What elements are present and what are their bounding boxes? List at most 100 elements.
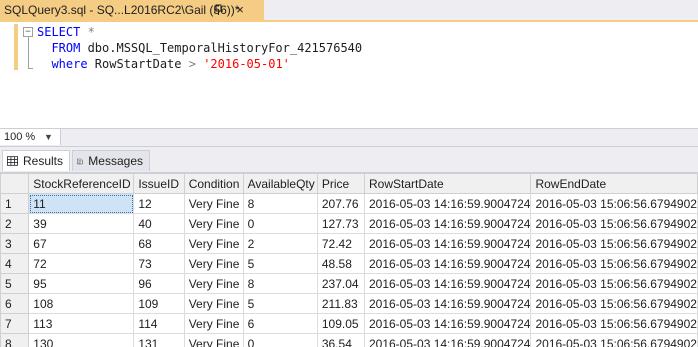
table-row[interactable]: 2 39 40 Very Fine 0 127.73 2016-05-03 14:16:59… bbox=[0, 213, 698, 234]
keyword-from: FROM bbox=[51, 41, 81, 55]
cell-condition[interactable]: Very Fine bbox=[183, 233, 244, 254]
cell-availableqty[interactable]: 0 bbox=[242, 333, 318, 347]
cell-rowstartdate[interactable]: 2016-05-03 14:16:59.9004724 bbox=[363, 193, 532, 214]
tab-results[interactable]: Results bbox=[2, 150, 70, 171]
row-number[interactable]: 3 bbox=[0, 233, 30, 254]
results-grid[interactable]: StockReferenceID IssueID Condition Availabl… bbox=[0, 173, 698, 347]
outline-line bbox=[28, 37, 29, 69]
cell-availableqty[interactable]: 5 bbox=[242, 293, 318, 314]
cell-issueid[interactable]: 131 bbox=[133, 333, 185, 347]
cell-stockreferenceid[interactable]: 113 bbox=[28, 313, 135, 334]
cell-stockreferenceid[interactable]: 11 bbox=[28, 193, 135, 214]
cell-issueid[interactable]: 40 bbox=[133, 213, 185, 234]
cell-stockreferenceid[interactable]: 130 bbox=[28, 333, 135, 347]
cell-availableqty[interactable]: 8 bbox=[242, 193, 318, 214]
row-number[interactable]: 8 bbox=[0, 333, 30, 347]
cell-condition[interactable]: Very Fine bbox=[183, 273, 244, 294]
zoom-dropdown[interactable]: 100 % ▼ bbox=[0, 129, 61, 145]
table-row[interactable]: 1 11 12 Very Fine 8 207.76 2016-05-03 14:16:59… bbox=[0, 193, 698, 214]
cell-stockreferenceid[interactable]: 67 bbox=[28, 233, 135, 254]
cell-price[interactable]: 127.73 bbox=[316, 213, 365, 234]
row-number[interactable]: 2 bbox=[0, 213, 30, 234]
table-row[interactable]: 5 95 96 Very Fine 8 237.04 2016-05-03 14:16:59… bbox=[0, 273, 698, 294]
column-header-rowstartdate[interactable]: RowStartDate bbox=[363, 173, 532, 194]
cell-rowenddate[interactable]: 2016-05-03 15:06:56.6794902 bbox=[530, 253, 698, 274]
cell-availableqty[interactable]: 0 bbox=[242, 213, 318, 234]
cell-rowstartdate[interactable]: 2016-05-03 14:16:59.9004724 bbox=[363, 293, 532, 314]
cell-availableqty[interactable]: 6 bbox=[242, 313, 318, 334]
editor-status-bar: 100 % ▼ bbox=[0, 128, 698, 147]
code-line-2: FROM dbo.MSSQL_TemporalHistoryFor_421576… bbox=[37, 41, 362, 55]
cell-availableqty[interactable]: 2 bbox=[242, 233, 318, 254]
cell-issueid[interactable]: 109 bbox=[133, 293, 185, 314]
table-row[interactable]: 3 67 68 Very Fine 2 72.42 2016-05-03 14:16:59.… bbox=[0, 233, 698, 254]
table-row[interactable]: 7 113 114 Very Fine 6 109.05 2016-05-03 14:16:… bbox=[0, 313, 698, 334]
cell-stockreferenceid[interactable]: 95 bbox=[28, 273, 135, 294]
cell-stockreferenceid[interactable]: 108 bbox=[28, 293, 135, 314]
cell-condition[interactable]: Very Fine bbox=[183, 333, 244, 347]
cell-price[interactable]: 36.54 bbox=[316, 333, 365, 347]
cell-rowstartdate[interactable]: 2016-05-03 14:16:59.9004724 bbox=[363, 273, 532, 294]
cell-condition[interactable]: Very Fine bbox=[183, 293, 244, 314]
column-header-stockreferenceid[interactable]: StockReferenceID bbox=[28, 173, 135, 194]
cell-rowstartdate[interactable]: 2016-05-03 14:16:59.9004724 bbox=[363, 313, 532, 334]
cell-rowenddate[interactable]: 2016-05-03 15:06:56.6794902 bbox=[530, 293, 698, 314]
messages-icon bbox=[77, 158, 83, 164]
header-row: StockReferenceID IssueID Condition Availabl… bbox=[0, 173, 698, 194]
cell-issueid[interactable]: 114 bbox=[133, 313, 185, 334]
cell-condition[interactable]: Very Fine bbox=[183, 313, 244, 334]
row-number[interactable]: 6 bbox=[0, 293, 30, 314]
cell-rowstartdate[interactable]: 2016-05-03 14:16:59.9004724 bbox=[363, 333, 532, 347]
sql-code[interactable]: SELECT * FROM dbo.MSSQL_TemporalHistoryF… bbox=[37, 24, 362, 72]
cell-issueid[interactable]: 12 bbox=[133, 193, 185, 214]
column-header-condition[interactable]: Condition bbox=[183, 173, 244, 194]
table-row[interactable]: 8 130 131 Very Fine 0 36.54 2016-05-03 14:16:5… bbox=[0, 333, 698, 347]
cell-rowstartdate[interactable]: 2016-05-03 14:16:59.9004724 bbox=[363, 213, 532, 234]
cell-rowenddate[interactable]: 2016-05-03 15:06:56.6794902 bbox=[530, 333, 698, 347]
cell-issueid[interactable]: 68 bbox=[133, 233, 185, 254]
outline-line-end bbox=[28, 68, 33, 69]
keyword-where: where bbox=[51, 57, 88, 71]
row-number-header[interactable] bbox=[0, 173, 30, 194]
cell-condition[interactable]: Very Fine bbox=[183, 213, 244, 234]
cell-rowenddate[interactable]: 2016-05-03 15:06:56.6794902 bbox=[530, 193, 698, 214]
cell-rowstartdate[interactable]: 2016-05-03 14:16:59.9004724 bbox=[363, 233, 532, 254]
cell-availableqty[interactable]: 8 bbox=[242, 273, 318, 294]
chevron-down-icon[interactable]: ▼ bbox=[44, 132, 53, 142]
table-row[interactable]: 4 72 73 Very Fine 5 48.58 2016-05-03 14:16:59.… bbox=[0, 253, 698, 274]
document-tab[interactable]: SQLQuery3.sql - SQ...L2016RC2\Gail (56))… bbox=[0, 0, 264, 20]
row-number[interactable]: 5 bbox=[0, 273, 30, 294]
cell-condition[interactable]: Very Fine bbox=[183, 253, 244, 274]
cell-rowenddate[interactable]: 2016-05-03 15:06:56.6794902 bbox=[530, 273, 698, 294]
results-table: StockReferenceID IssueID Condition Availabl… bbox=[0, 173, 698, 347]
cell-price[interactable]: 109.05 bbox=[316, 313, 365, 334]
pin-icon[interactable] bbox=[212, 3, 226, 17]
cell-stockreferenceid[interactable]: 39 bbox=[28, 213, 135, 234]
cell-rowenddate[interactable]: 2016-05-03 15:06:56.6794902 bbox=[530, 313, 698, 334]
cell-price[interactable]: 211.83 bbox=[316, 293, 365, 314]
column-header-rowenddate[interactable]: RowEndDate bbox=[530, 173, 698, 194]
cell-condition[interactable]: Very Fine bbox=[183, 193, 244, 214]
row-number[interactable]: 4 bbox=[0, 253, 30, 274]
row-number[interactable]: 1 bbox=[0, 193, 30, 214]
cell-stockreferenceid[interactable]: 72 bbox=[28, 253, 135, 274]
cell-availableqty[interactable]: 5 bbox=[242, 253, 318, 274]
column-header-availableqty[interactable]: AvailableQty bbox=[242, 173, 318, 194]
row-number[interactable]: 7 bbox=[0, 313, 30, 334]
cell-price[interactable]: 48.58 bbox=[316, 253, 365, 274]
cell-rowenddate[interactable]: 2016-05-03 15:06:56.6794902 bbox=[530, 213, 698, 234]
table-row[interactable]: 6 108 109 Very Fine 5 211.83 2016-05-03 14:16:… bbox=[0, 293, 698, 314]
collapse-toggle-icon[interactable]: − bbox=[23, 27, 33, 37]
cell-rowstartdate[interactable]: 2016-05-03 14:16:59.9004724 bbox=[363, 253, 532, 274]
cell-price[interactable]: 207.76 bbox=[316, 193, 365, 214]
query-editor[interactable]: − SELECT * FROM dbo.MSSQL_TemporalHistor… bbox=[0, 22, 698, 128]
column-header-price[interactable]: Price bbox=[316, 173, 365, 194]
cell-issueid[interactable]: 96 bbox=[133, 273, 185, 294]
cell-issueid[interactable]: 73 bbox=[133, 253, 185, 274]
column-header-issueid[interactable]: IssueID bbox=[133, 173, 185, 194]
cell-price[interactable]: 237.04 bbox=[316, 273, 365, 294]
close-tab-icon[interactable]: × bbox=[232, 2, 248, 18]
cell-rowenddate[interactable]: 2016-05-03 15:06:56.6794902 bbox=[530, 233, 698, 254]
cell-price[interactable]: 72.42 bbox=[316, 233, 365, 254]
tab-messages[interactable]: Messages bbox=[72, 150, 150, 171]
